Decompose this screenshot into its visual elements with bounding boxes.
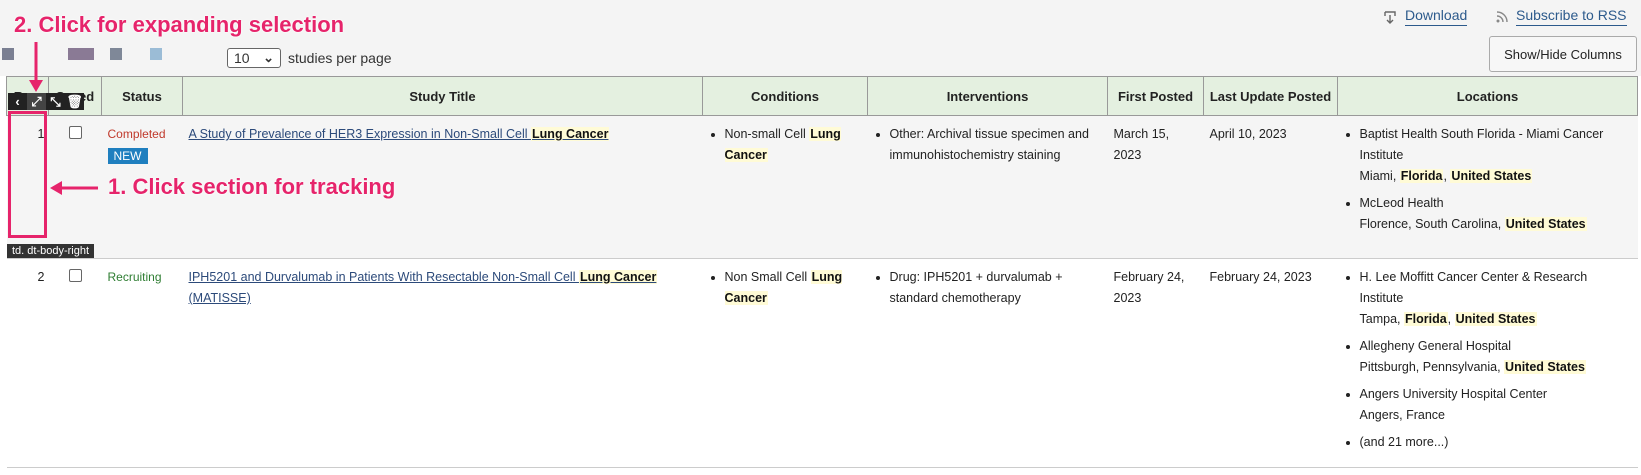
location-state: Florida bbox=[1399, 169, 1444, 183]
location-city: Miami bbox=[1359, 169, 1393, 183]
location-item: H. Lee Moffitt Cancer Center & Research … bbox=[1360, 267, 1632, 330]
trash-icon[interactable]: 🗑 bbox=[65, 93, 84, 110]
annotation-2: 2. Click for expanding selection bbox=[14, 12, 345, 37]
table-row: 2 Recruiting IPH5201 and Durvalumab in P… bbox=[6, 258, 1638, 468]
conditions-cell: Non-small Cell Lung Cancer bbox=[702, 115, 868, 259]
location-state: Pennsylvania bbox=[1422, 360, 1498, 374]
save-checkbox[interactable] bbox=[68, 269, 82, 282]
location-name: McLeod Health bbox=[1359, 196, 1444, 210]
swatch-2 bbox=[68, 48, 94, 60]
location-country: United States bbox=[1504, 217, 1587, 231]
last-update-cell: April 10, 2023 bbox=[1203, 115, 1338, 259]
title-text: IPH5201 and Durvalumab in Patients With … bbox=[188, 270, 579, 284]
collapse-icon[interactable]: ⤡ bbox=[46, 93, 65, 110]
rss-label: Subscribe to RSS bbox=[1516, 7, 1627, 26]
header-row: Row Saved Status Study Title Conditions … bbox=[6, 76, 1638, 116]
rss-icon bbox=[1496, 10, 1508, 22]
study-title-link[interactable]: IPH5201 and Durvalumab in Patients With … bbox=[189, 270, 658, 305]
location-item: McLeod Health Florence, South Carolina, … bbox=[1360, 193, 1632, 235]
condition-text: Non-small Cell bbox=[724, 127, 810, 141]
annotation-1: 1. Click section for tracking bbox=[108, 174, 396, 199]
title-text: A Study of Prevalence of HER3 Expression… bbox=[188, 127, 532, 141]
new-badge: NEW bbox=[107, 148, 148, 164]
interventions-cell: Drug: IPH5201 + durvalumab + standard ch… bbox=[867, 258, 1108, 468]
selection-toolbar: ‹ ⤢ ⤡ 🗑 bbox=[8, 93, 84, 110]
condition-item: Non-small Cell Lung Cancer bbox=[724, 124, 862, 166]
location-name: Baptist Health South Florida - Miami Can… bbox=[1359, 127, 1604, 162]
title-highlight: Lung Cancer bbox=[531, 127, 610, 141]
location-name: Angers University Hospital Center bbox=[1359, 387, 1548, 401]
intervention-item: Other: Archival tissue specimen and immu… bbox=[890, 124, 1102, 166]
results-table: Row Saved Status Study Title Conditions … bbox=[6, 76, 1638, 468]
saved-cell bbox=[48, 115, 102, 259]
download-link[interactable]: Download bbox=[1383, 7, 1468, 26]
rss-link[interactable]: Subscribe to RSS bbox=[1496, 7, 1627, 26]
swatch-4 bbox=[150, 48, 162, 60]
location-city: Angers bbox=[1359, 408, 1400, 422]
location-name: Allegheny General Hospital bbox=[1359, 339, 1511, 353]
element-selector-label: td. dt-body-right bbox=[7, 244, 95, 258]
location-city: Florence bbox=[1359, 217, 1409, 231]
study-title-link[interactable]: A Study of Prevalence of HER3 Expression… bbox=[189, 127, 610, 141]
intervention-item: Drug: IPH5201 + durvalumab + standard ch… bbox=[890, 267, 1102, 309]
location-city: Tampa bbox=[1359, 312, 1398, 326]
interventions-cell: Other: Archival tissue specimen and immu… bbox=[867, 115, 1108, 259]
col-header-locations[interactable]: Locations bbox=[1337, 76, 1638, 116]
location-item: Baptist Health South Florida - Miami Can… bbox=[1360, 124, 1632, 187]
status-cell: Recruiting bbox=[101, 258, 183, 468]
last-update-cell: February 24, 2023 bbox=[1203, 258, 1338, 468]
expand-icon[interactable]: ⤢ bbox=[27, 93, 46, 110]
per-page-value: 10 bbox=[234, 50, 250, 66]
location-country: United States bbox=[1450, 169, 1533, 183]
chevron-down-icon: ⌄ bbox=[263, 50, 274, 65]
status-text: Recruiting bbox=[107, 270, 162, 284]
location-state: Florida bbox=[1403, 312, 1448, 326]
title-cell: IPH5201 and Durvalumab in Patients With … bbox=[182, 258, 703, 468]
more-locations[interactable]: (and 21 more...) bbox=[1360, 432, 1632, 453]
locations-cell: H. Lee Moffitt Cancer Center & Research … bbox=[1337, 258, 1638, 468]
saved-cell bbox=[48, 258, 102, 468]
col-header-last-update[interactable]: Last Update Posted bbox=[1203, 76, 1338, 116]
title-highlight: Lung Cancer bbox=[578, 270, 658, 284]
show-hide-columns-button[interactable]: Show/Hide Columns bbox=[1489, 36, 1637, 72]
first-posted-cell: March 15, 2023 bbox=[1107, 115, 1204, 259]
location-item: Angers University Hospital Center Angers… bbox=[1360, 384, 1632, 426]
col-header-study-title[interactable]: Study Title bbox=[182, 76, 703, 116]
save-checkbox[interactable] bbox=[68, 126, 82, 139]
location-country: United States bbox=[1454, 312, 1537, 326]
location-city: Pittsburgh bbox=[1359, 360, 1416, 374]
swatch-1 bbox=[2, 48, 14, 60]
first-posted-cell: February 24, 2023 bbox=[1107, 258, 1204, 468]
row-number: 2 bbox=[6, 258, 49, 468]
location-state: South Carolina bbox=[1415, 217, 1498, 231]
location-name: H. Lee Moffitt Cancer Center & Research … bbox=[1359, 270, 1588, 305]
location-country: France bbox=[1406, 408, 1445, 422]
condition-item: Non Small Cell Lung Cancer bbox=[724, 267, 862, 309]
status-text: Completed bbox=[107, 127, 166, 141]
conditions-cell: Non Small Cell Lung Cancer bbox=[702, 258, 868, 468]
tracking-selection-box[interactable] bbox=[8, 111, 47, 238]
download-icon bbox=[1384, 10, 1396, 24]
condition-text: Non Small Cell bbox=[724, 270, 811, 284]
location-country: United States bbox=[1504, 360, 1586, 374]
per-page-select[interactable]: 10 ⌄ bbox=[227, 48, 281, 68]
col-header-status[interactable]: Status bbox=[101, 76, 183, 116]
col-header-conditions[interactable]: Conditions bbox=[702, 76, 868, 116]
per-page-control: 10 ⌄ studies per page bbox=[227, 48, 392, 68]
download-label: Download bbox=[1405, 7, 1468, 26]
chevron-left-icon[interactable]: ‹ bbox=[8, 93, 27, 110]
location-item: Allegheny General Hospital Pittsburgh, P… bbox=[1360, 336, 1632, 378]
title-tail: (MATISSE) bbox=[188, 291, 251, 305]
per-page-label: studies per page bbox=[288, 50, 392, 66]
swatch-3 bbox=[110, 48, 122, 60]
col-header-first-posted[interactable]: First Posted bbox=[1107, 76, 1204, 116]
locations-cell: Baptist Health South Florida - Miami Can… bbox=[1337, 115, 1638, 259]
col-header-interventions[interactable]: Interventions bbox=[867, 76, 1108, 116]
